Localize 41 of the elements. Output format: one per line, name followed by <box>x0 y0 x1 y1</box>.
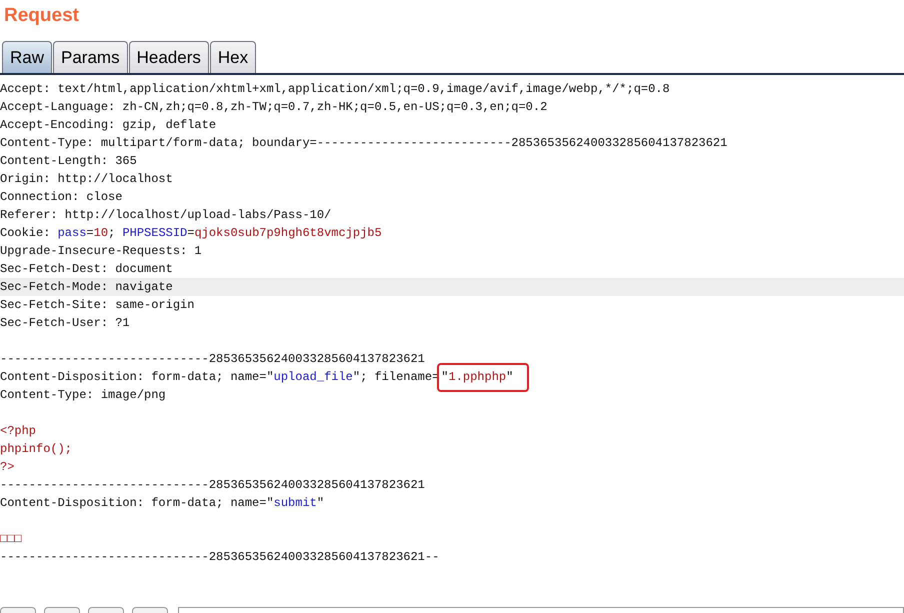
request-text: Content-Disposition: form-data; name=" <box>0 496 274 510</box>
request-text: " <box>316 496 324 510</box>
request-text: Sec-Fetch-Dest: document <box>0 262 173 276</box>
request-text: Accept-Encoding: gzip, deflate <box>0 118 216 132</box>
parameter-name: pass <box>58 226 86 240</box>
parameter-value: qjoks0sub7p9hgh6t8vmcjpjb5 <box>194 226 382 240</box>
parameter-name: PHPSESSID <box>122 226 188 240</box>
request-text: = <box>86 226 94 240</box>
request-text: Sec-Fetch-Mode: navigate <box>0 280 173 294</box>
parameter-name: submit <box>274 496 317 510</box>
request-text: Origin: http://localhost <box>0 172 173 186</box>
request-text: Cookie: <box>0 226 52 240</box>
request-text: Accept-Language: zh-CN,zh;q=0.8,zh-TW;q=0.7,zh-HK;q=0.5,en-US;q=0.3,en;q=0.2 <box>0 100 548 114</box>
parameter-value: □□□ <box>0 532 22 546</box>
tab[interactable]: Headers <box>128 41 209 73</box>
tab[interactable]: Params <box>53 41 128 73</box>
parameter-value: phpinfo(); <box>0 442 72 456</box>
request-text: Referer: http://localhost/upload-labs/Pass-10/ <box>0 208 332 222</box>
request-text: Content-Type: image/png <box>0 388 166 402</box>
request-text: -----------------------------285365356240033285604137823621 <box>0 478 425 492</box>
request-text: -----------------------------285365356240033285604137823621-- <box>0 550 440 564</box>
parameter-value: 10 <box>94 226 108 240</box>
request-text: Sec-Fetch-User: ?1 <box>0 316 130 330</box>
request-text: = <box>187 226 194 240</box>
request-text: Upgrade-Insecure-Requests: 1 <box>0 244 202 258</box>
request-text: -----------------------------285365356240033285604137823621 <box>0 352 425 366</box>
panel-title: Request <box>3 4 79 28</box>
tab[interactable]: Hex <box>210 41 256 73</box>
request-text: Content-Length: 365 <box>0 154 137 168</box>
parameter-value: <?php <box>0 424 36 438</box>
request-text: "; filename= <box>352 370 440 384</box>
request-text: Content-Type: multipart/form-data; boundary=---------------------------285365356240033285604137823621 <box>0 136 728 150</box>
parameter-value: ?> <box>0 460 14 474</box>
request-text: Connection: close <box>0 190 122 204</box>
request-text: Content-Disposition: form-data; name=" <box>0 370 274 384</box>
request-text: Sec-Fetch-Site: same-origin <box>0 298 194 312</box>
highlight-box: "1.pphphp" <box>439 365 528 390</box>
request-text: Accept: text/html,application/xhtml+xml,application/xml;q=0.9,image/avif,image/webp,*/*;q=0.8 <box>0 82 670 96</box>
tab[interactable]: Raw <box>2 41 52 73</box>
parameter-name: upload_file <box>274 370 353 384</box>
request-text: ; <box>108 226 116 240</box>
